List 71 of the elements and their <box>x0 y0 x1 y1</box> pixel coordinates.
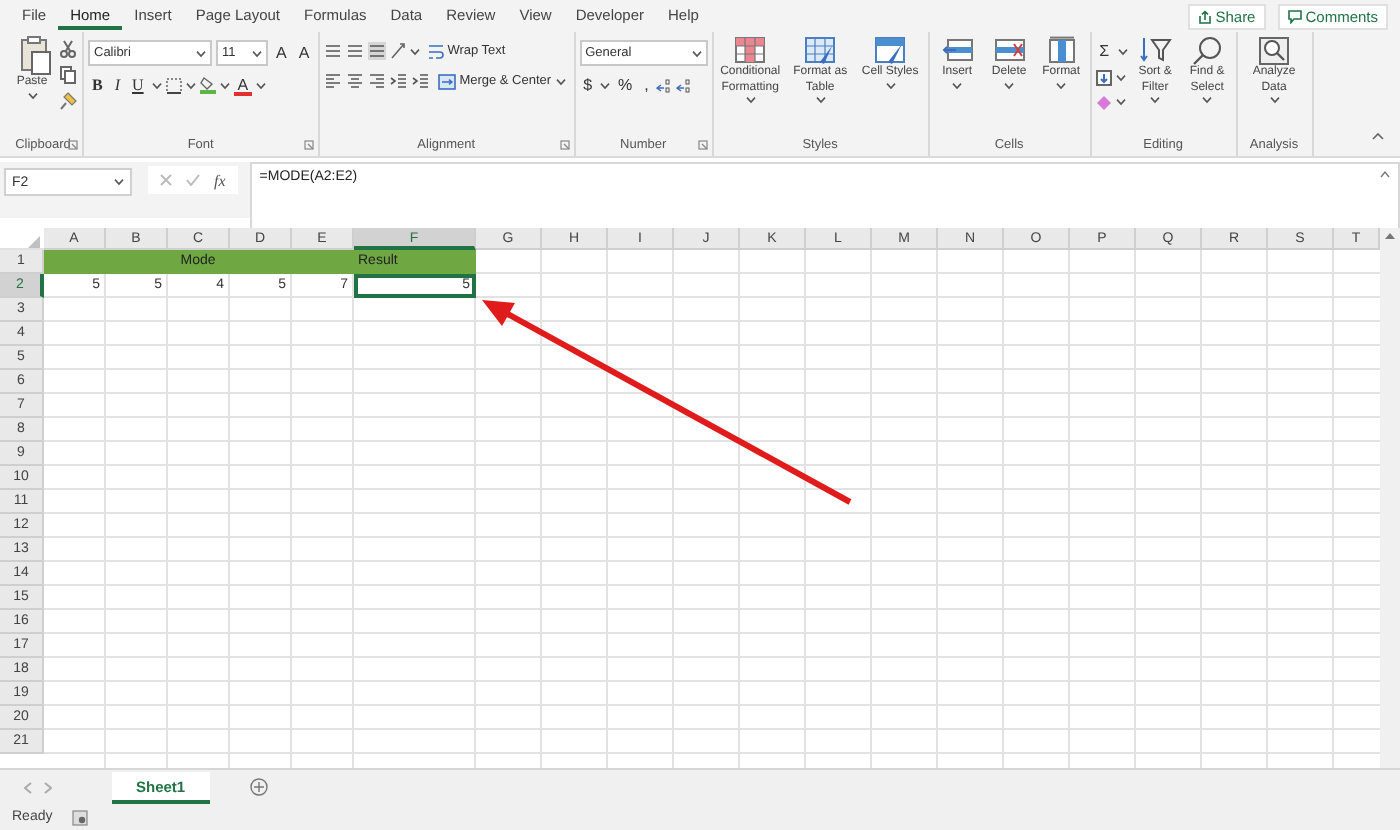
wrap-icon <box>427 43 444 59</box>
caret-icon <box>27 91 37 99</box>
next-sheet-icon[interactable] <box>44 781 52 793</box>
increase-indent-icon[interactable] <box>411 72 430 90</box>
grow-font-button[interactable]: A <box>272 42 291 64</box>
comma-button[interactable]: , <box>640 74 653 96</box>
dialog-launcher-icon[interactable] <box>697 140 708 150</box>
currency-button[interactable]: $ <box>579 74 597 96</box>
align-center-icon[interactable] <box>345 72 364 90</box>
caret-icon <box>600 81 611 89</box>
decrease-decimal-icon[interactable] <box>676 77 693 93</box>
caret-icon <box>185 81 196 89</box>
merge-icon <box>437 73 456 89</box>
caret-icon <box>745 96 756 104</box>
format-painter-icon[interactable] <box>60 92 78 110</box>
caret-icon <box>1004 81 1015 89</box>
speech-bubble-icon <box>1287 9 1302 23</box>
caret-icon <box>256 81 267 89</box>
caret-icon <box>815 96 826 104</box>
caret-icon <box>1115 74 1126 82</box>
caret-icon <box>1117 47 1128 55</box>
sort-filter-icon <box>1139 36 1172 66</box>
expand-formula-icon[interactable] <box>1380 170 1390 178</box>
orientation-icon[interactable] <box>389 42 406 60</box>
fill-down-icon[interactable] <box>1095 70 1112 86</box>
caret-icon <box>952 81 963 89</box>
add-sheet-icon[interactable] <box>249 778 268 796</box>
caret-icon <box>114 178 124 186</box>
magnifier-icon <box>1191 36 1224 66</box>
caret-icon <box>219 81 230 89</box>
percent-button[interactable]: % <box>614 74 637 96</box>
share-icon <box>1197 9 1212 23</box>
align-right-icon[interactable] <box>367 72 386 90</box>
caret-icon <box>1150 96 1161 104</box>
caret-icon <box>1202 96 1213 104</box>
dialog-launcher-icon[interactable] <box>559 140 570 150</box>
align-bottom-icon[interactable] <box>367 42 386 60</box>
caret-icon <box>196 49 206 57</box>
caret-icon <box>1056 81 1067 89</box>
macro-record-icon[interactable] <box>72 809 89 825</box>
caret-icon <box>409 47 420 55</box>
eraser-icon[interactable] <box>1095 94 1112 110</box>
insert-function-button[interactable]: fx <box>214 171 226 189</box>
align-middle-icon[interactable] <box>345 42 364 60</box>
caret-icon <box>1269 96 1280 104</box>
previous-sheet-icon[interactable] <box>24 781 32 793</box>
dialog-launcher-icon[interactable] <box>303 140 314 150</box>
caret-icon <box>555 77 566 85</box>
caret-icon <box>1115 98 1126 106</box>
caret-icon <box>151 81 162 89</box>
align-left-icon[interactable] <box>323 72 342 90</box>
caret-icon <box>691 49 702 57</box>
copy-icon[interactable] <box>60 66 76 84</box>
borders-icon[interactable] <box>165 77 182 93</box>
collapse-icon[interactable] <box>1372 132 1384 140</box>
align-top-icon[interactable] <box>323 42 342 60</box>
fill-color-icon[interactable] <box>199 76 216 94</box>
dialog-launcher-icon[interactable] <box>68 140 78 150</box>
increase-decimal-icon[interactable] <box>656 77 673 93</box>
table-brush-icon <box>804 36 837 66</box>
italic-button[interactable]: I <box>110 74 125 96</box>
caret-icon <box>885 81 896 89</box>
cut-icon[interactable] <box>60 40 76 58</box>
decrease-indent-icon[interactable] <box>389 72 408 90</box>
caret-icon <box>252 49 262 57</box>
shrink-font-button[interactable]: A <box>294 42 314 64</box>
check-icon[interactable] <box>186 174 200 186</box>
autosum-button[interactable]: Σ <box>1095 40 1114 62</box>
underline-button[interactable]: U <box>128 74 148 96</box>
font-color-button[interactable]: A <box>233 74 253 96</box>
bold-button[interactable]: B <box>88 74 107 96</box>
